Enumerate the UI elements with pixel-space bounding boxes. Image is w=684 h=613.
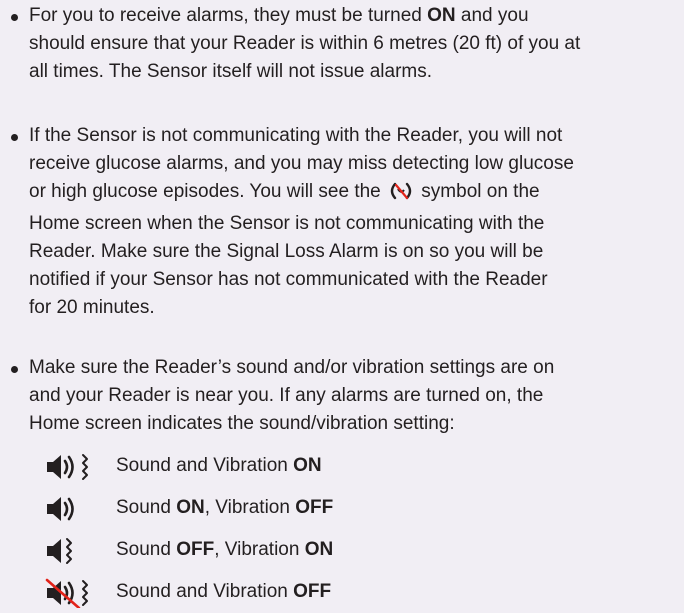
text-run: Home screen indicates the sound/vibratio… bbox=[29, 413, 455, 434]
setting-label: Sound and Vibration ON bbox=[116, 452, 322, 480]
text-run: Make sure the Reader’s sound and/or vibr… bbox=[29, 357, 555, 378]
text-line: Reader. Make sure the Signal Loss Alarm … bbox=[29, 238, 681, 266]
text-line: receive glucose alarms, and you may miss… bbox=[29, 150, 681, 178]
bullet-dot bbox=[11, 366, 18, 373]
emphasis-text: ON bbox=[176, 497, 205, 518]
setting-row: Sound and Vibration OFF bbox=[45, 578, 545, 610]
emphasis-text: OFF bbox=[176, 539, 215, 560]
setting-label: Sound and Vibration OFF bbox=[116, 578, 331, 606]
text-line: and your Reader is near you. If any alar… bbox=[29, 382, 681, 410]
sound-off-vibration-on-icon bbox=[45, 536, 101, 566]
text-run: For you to receive alarms, they must be … bbox=[29, 5, 428, 26]
text-run: Sound bbox=[116, 497, 177, 518]
text-run: and your Reader is near you. If any alar… bbox=[29, 385, 544, 406]
text-run: Home screen when the Sensor is not commu… bbox=[29, 213, 545, 234]
sound-on-vibration-off-icon bbox=[45, 494, 101, 524]
text-line: Home screen indicates the sound/vibratio… bbox=[29, 410, 681, 438]
text-line: for 20 minutes. bbox=[29, 294, 681, 322]
emphasis-text: OFF bbox=[295, 497, 334, 518]
bullet-dot bbox=[11, 14, 18, 21]
text-run: should ensure that your Reader is within… bbox=[29, 33, 581, 54]
text-run: and you bbox=[455, 5, 529, 26]
text-line: should ensure that your Reader is within… bbox=[29, 30, 681, 58]
text-line: notified if your Sensor has not communic… bbox=[29, 266, 681, 294]
text-run: all times. The Sensor itself will not is… bbox=[29, 61, 433, 82]
emphasis-text: ON bbox=[304, 539, 334, 560]
text-run: for 20 minutes. bbox=[29, 297, 155, 318]
text-run: Sound and Vibration bbox=[116, 455, 294, 476]
sound-on-vibration-on-icon bbox=[45, 452, 101, 482]
signal-loss-icon bbox=[388, 181, 414, 210]
alarm-info-page: For you to receive alarms, they must be … bbox=[0, 0, 684, 610]
setting-label: Sound ON, Vibration OFF bbox=[116, 494, 333, 522]
text-line: For you to receive alarms, they must be … bbox=[29, 2, 681, 30]
text-run: notified if your Sensor has not communic… bbox=[29, 269, 548, 290]
text-run: receive glucose alarms, and you may miss… bbox=[29, 153, 574, 174]
setting-row: Sound and Vibration ON bbox=[45, 452, 545, 480]
text-run: Sound and Vibration bbox=[116, 581, 294, 602]
text-run: If the Sensor is not communicating with … bbox=[29, 125, 563, 146]
bullet-text: Make sure the Reader’s sound and/or vibr… bbox=[29, 354, 681, 438]
emphasis-text: ON bbox=[427, 5, 456, 26]
text-run: symbol on the bbox=[416, 181, 540, 202]
setting-label: Sound OFF, Vibration ON bbox=[116, 536, 333, 564]
text-line: Make sure the Reader’s sound and/or vibr… bbox=[29, 354, 681, 382]
text-run: , Vibration bbox=[204, 497, 296, 518]
bullet-dot bbox=[11, 134, 18, 141]
text-line: or high glucose episodes. You will see t… bbox=[29, 178, 681, 210]
bullet-text: If the Sensor is not communicating with … bbox=[29, 122, 681, 322]
bullet-text: For you to receive alarms, they must be … bbox=[29, 2, 681, 86]
text-line: If the Sensor is not communicating with … bbox=[29, 122, 681, 150]
setting-row: Sound OFF, Vibration ON bbox=[45, 536, 545, 564]
text-line: all times. The Sensor itself will not is… bbox=[29, 58, 681, 86]
text-run: or high glucose episodes. You will see t… bbox=[29, 181, 387, 202]
text-run: Reader. Make sure the Signal Loss Alarm … bbox=[29, 241, 544, 262]
text-run: , Vibration bbox=[214, 539, 305, 560]
text-run: Sound bbox=[116, 539, 177, 560]
emphasis-text: ON bbox=[293, 455, 322, 476]
emphasis-text: OFF bbox=[293, 581, 332, 602]
setting-row: Sound ON, Vibration OFF bbox=[45, 494, 545, 522]
text-line: Home screen when the Sensor is not commu… bbox=[29, 210, 681, 238]
sound-off-vibration-off-icon bbox=[45, 578, 101, 610]
